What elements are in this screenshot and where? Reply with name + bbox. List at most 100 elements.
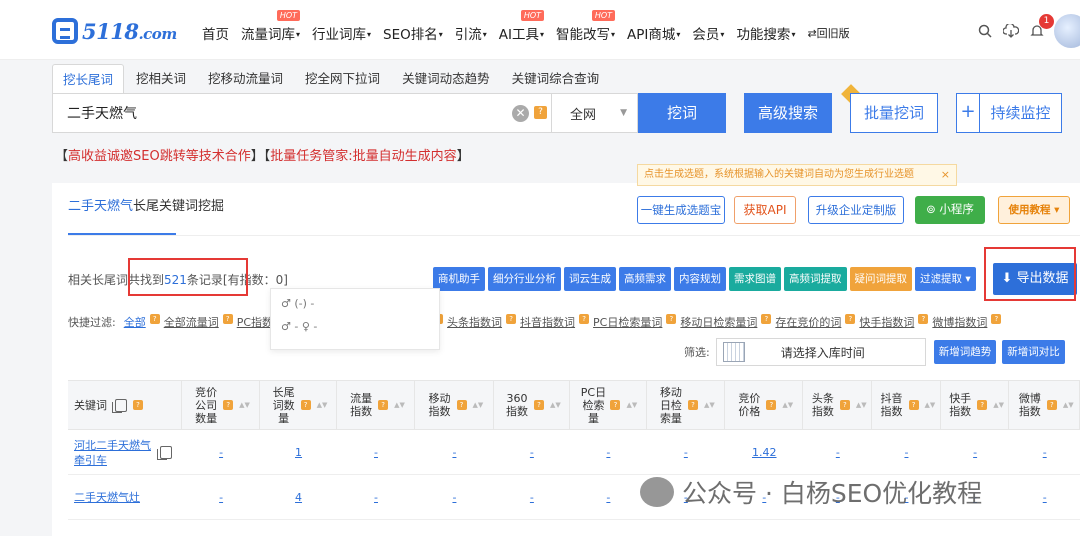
help-icon[interactable]: ? [839,400,850,410]
tool-button[interactable]: 商机助手 [433,267,485,291]
help-icon[interactable]: ? [908,400,919,410]
monitor-button[interactable]: 持续监控 [980,93,1062,133]
table-cell[interactable]: - [647,431,725,474]
help-icon[interactable]: ? [133,400,143,410]
enterprise-button[interactable]: 升级企业定制版 [808,196,904,224]
logo[interactable]: 5118.com [52,18,177,44]
column-header[interactable]: 快手指数? ▲▼ [941,381,1010,429]
table-cell[interactable]: - [337,431,415,474]
column-header[interactable]: 竞价公司数量? ▲▼ [182,381,261,429]
tool-button[interactable]: 过滤提取 ▾ [915,267,976,291]
nav-item-3[interactable]: SEO排名▾ [383,23,443,43]
help-icon[interactable]: ? [506,314,517,324]
sort-icon[interactable]: ▲▼ [626,402,637,409]
column-header[interactable]: 移动日检索量? ▲▼ [647,381,726,429]
clear-icon[interactable]: ✕ [512,105,529,122]
table-cell[interactable]: 4 [260,476,336,519]
tab-2[interactable]: 挖移动流量词 [198,64,293,94]
quick-filter-item[interactable]: PC日检索量词 [593,314,662,330]
copy-icon[interactable] [112,398,127,413]
tab-1[interactable]: 挖相关词 [126,64,196,94]
sort-icon[interactable]: ▲▼ [394,402,405,409]
quick-filter-item[interactable]: 抖音指数词 [520,314,575,330]
quick-filter-item[interactable]: 存在竞价的词 [775,314,841,330]
help-icon[interactable]: ? [378,400,389,410]
mini-program-button[interactable]: ⊚ 小程序 [915,196,985,224]
nav-item-7[interactable]: API商城▾ [627,23,680,43]
nav-item-6[interactable]: 智能改写▾ HOT [556,10,616,43]
column-header[interactable]: 抖音指数? ▲▼ [872,381,941,429]
column-header[interactable]: 流量指数? ▲▼ [337,381,416,429]
copy-icon[interactable] [157,446,172,460]
help-icon[interactable]: ? [666,314,677,324]
sort-icon[interactable]: ▲▼ [925,402,936,409]
table-cell[interactable]: - [1009,476,1080,519]
help-icon[interactable]: ? [300,400,311,410]
table-cell[interactable]: - [1009,431,1080,474]
batch-dig-button[interactable]: 批量挖词 [850,93,938,133]
tutorial-button[interactable]: 使用教程 ▾ [998,196,1070,224]
tool-button[interactable]: 疑问词提取 [849,267,912,291]
table-cell[interactable]: - [570,476,646,519]
promo-link-seo[interactable]: 高收益诚邀SEO跳转等技术合作 [68,149,251,164]
tool-button[interactable]: 高频词提取 [784,267,847,291]
plus-icon[interactable]: + [956,93,980,133]
quick-filter-item[interactable]: 快手指数词 [859,314,914,330]
get-api-button[interactable]: 获取API [734,196,796,224]
sort-icon[interactable]: ▲▼ [856,402,867,409]
generate-topic-button[interactable]: 一键生成选题宝 [637,196,725,224]
bell-icon[interactable]: 1 [1026,14,1054,42]
table-cell[interactable]: - [872,431,941,474]
tool-button[interactable]: 内容规划 [674,267,726,291]
nav-item-5[interactable]: AI工具▾ HOT [499,10,545,43]
quick-filter-item[interactable]: 全部 [124,314,146,330]
help-icon[interactable]: ? [223,400,234,410]
sort-icon[interactable]: ▲▼ [239,402,250,409]
help-icon[interactable]: ? [687,400,698,410]
table-cell[interactable]: - [182,476,260,519]
nav-item-9[interactable]: 功能搜索▾ [736,23,795,43]
tab-0[interactable]: 挖长尾词 [52,64,125,94]
help-icon[interactable]: ? [533,400,544,410]
help-icon[interactable]: ? [149,314,160,324]
sort-icon[interactable]: ▲▼ [1063,402,1074,409]
dig-button[interactable]: 挖词 [638,93,726,133]
help-icon[interactable]: ? [534,106,547,119]
sort-icon[interactable]: ▲▼ [550,402,561,409]
keyword-link[interactable]: 河北二手天燃气牵引车 [74,438,152,468]
help-icon[interactable]: ? [991,314,1002,324]
table-cell[interactable]: - [337,476,415,519]
advanced-search-button[interactable]: 高级搜索 [744,93,832,133]
quick-filter-item[interactable]: 移动日检索量词 [680,314,757,330]
new-word-trend-button[interactable]: 新增词趋势 [933,340,997,364]
help-icon[interactable]: ? [766,400,777,410]
quick-filter-item[interactable]: 全部流量词 [164,314,219,330]
search-input[interactable] [67,105,487,121]
search-icon[interactable] [974,20,996,42]
promo-link-batch[interactable]: 批量任务管家:批量自动生成内容 [270,149,456,164]
table-cell[interactable]: - [941,431,1010,474]
column-header[interactable]: 微博指数? ▲▼ [1009,381,1080,429]
sort-icon[interactable]: ▲▼ [704,402,715,409]
table-cell[interactable]: - [182,431,260,474]
sort-icon[interactable]: ▲▼ [317,402,328,409]
tab-5[interactable]: 关键词综合查询 [502,64,610,94]
sort-icon[interactable]: ▲▼ [782,402,793,409]
help-icon[interactable]: ? [579,314,590,324]
help-icon[interactable]: ? [977,400,988,410]
help-icon[interactable]: ? [222,314,233,324]
nav-item-8[interactable]: 会员▾ [692,23,724,43]
keyword-link[interactable]: 二手天燃气灶 [74,490,152,505]
new-word-compare-button[interactable]: 新增词对比 [1002,340,1065,364]
tool-button[interactable]: 需求图谱 [729,267,781,291]
tool-button[interactable]: 细分行业分析 [488,267,561,291]
nav-item-4[interactable]: 引流▾ [455,23,487,43]
table-cell[interactable]: 1.42 [725,431,803,474]
close-icon[interactable]: × [941,165,950,185]
help-icon[interactable]: ? [918,314,929,324]
help-icon[interactable]: ? [1046,400,1057,410]
tool-button[interactable]: 词云生成 [564,267,616,291]
column-header[interactable]: 360指数? ▲▼ [494,381,571,429]
help-icon[interactable]: ? [610,400,621,410]
table-cell[interactable]: - [494,431,570,474]
